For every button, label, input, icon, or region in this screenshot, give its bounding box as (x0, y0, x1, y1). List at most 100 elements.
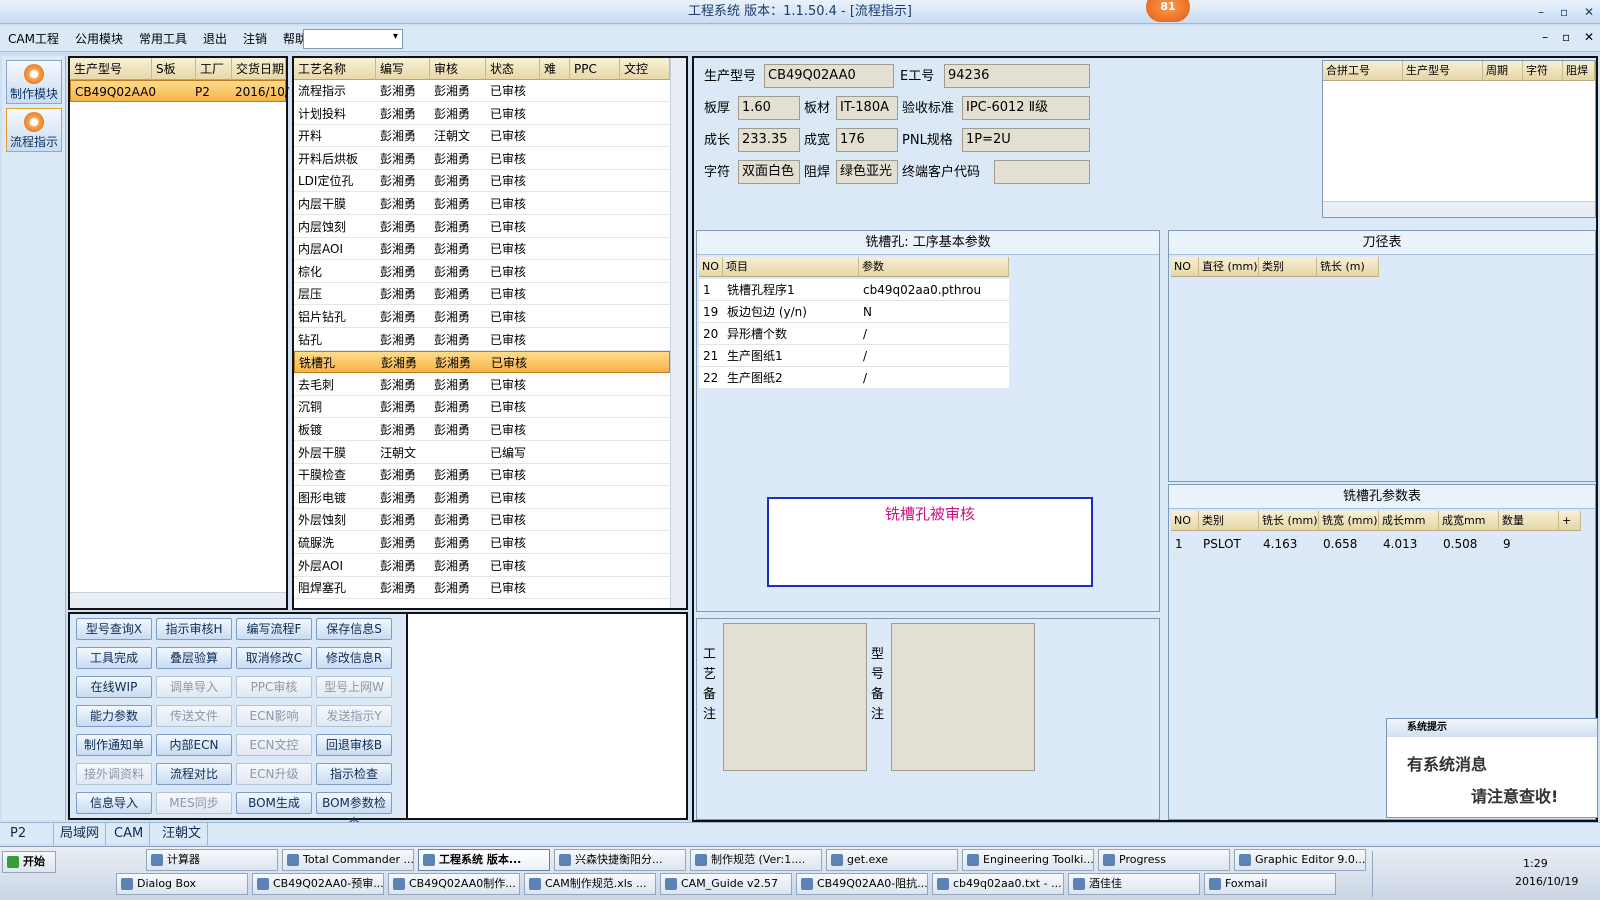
step-row[interactable]: 内层干膜 彭湘勇 彭湘勇 已审核 (294, 193, 670, 215)
pnl-field[interactable]: 1P=2U (962, 128, 1090, 152)
param-row[interactable]: 1 铣槽孔程序1 cb49q02aa0.pthrou (699, 279, 1009, 301)
col-slot-type[interactable]: 类别 (1199, 511, 1259, 531)
len-field[interactable]: 233.35 (738, 128, 800, 152)
col-slot-no[interactable]: NO (1171, 511, 1199, 531)
step-row[interactable]: 层压 彭湘勇 彭湘勇 已审核 (294, 283, 670, 306)
action-button[interactable]: ECN影响 (236, 705, 312, 727)
step-row[interactable]: 阻焊塞孔 彭湘勇 彭湘勇 已审核 (294, 577, 670, 600)
col-merge-no[interactable]: 合拼工号 (1323, 61, 1403, 81)
mdi-restore-button[interactable]: ▫ (1562, 30, 1570, 44)
menu-common[interactable]: 公用模块 (67, 26, 131, 52)
action-button[interactable]: 流程对比 (156, 763, 232, 785)
col-reviewer[interactable]: 审核 (430, 58, 486, 80)
action-button[interactable]: 接外调资料 (76, 763, 152, 785)
menu-cam[interactable]: CAM工程 (0, 26, 67, 52)
action-button[interactable]: PPC审核 (236, 676, 312, 698)
param-row[interactable]: 21 生产图纸1 / (699, 345, 1009, 367)
col-s[interactable]: S板 (152, 58, 196, 80)
col-tools-type[interactable]: 类别 (1259, 257, 1317, 277)
action-button[interactable]: 传送文件 (156, 705, 232, 727)
step-row[interactable]: 图形电镀 彭湘勇 彭湘勇 已审核 (294, 487, 670, 509)
steps-vscroll[interactable] (670, 58, 686, 608)
param-row[interactable]: 19 板边包边 (y/n) N (699, 301, 1009, 323)
col-writer[interactable]: 编写 (376, 58, 430, 80)
taskbar-button[interactable]: CB49Q02AA0-预审... (252, 873, 384, 895)
model-field[interactable]: CB49Q02AA0 (764, 64, 894, 88)
param-row[interactable]: 20 异形槽个数 / (699, 323, 1009, 345)
col-slot-qty[interactable]: 数量 (1499, 511, 1559, 531)
taskbar-button[interactable]: Total Commander ... (282, 849, 414, 871)
cust-field[interactable] (994, 160, 1090, 184)
thick-field[interactable]: 1.60 (738, 96, 800, 120)
step-row[interactable]: 流程指示 彭湘勇 彭湘勇 已审核 (294, 80, 670, 102)
col-tools-len[interactable]: 铣长 (m) (1317, 257, 1379, 277)
model-row[interactable]: CB49Q02AA0 P2 2016/10/ (70, 80, 289, 102)
step-row[interactable]: 外层AOI 彭湘勇 彭湘勇 已审核 (294, 555, 670, 577)
menu-logout[interactable]: 注销 (235, 26, 275, 52)
close-button[interactable]: ✕ (1584, 5, 1594, 19)
action-button[interactable]: 保存信息S (316, 618, 392, 640)
action-button[interactable]: 型号上网W (316, 676, 392, 698)
col-slot-len[interactable]: 铣长 (mm) (1259, 511, 1319, 531)
action-button[interactable]: 信息导入 (76, 792, 152, 814)
mdi-minimize-button[interactable]: – (1542, 30, 1548, 44)
step-row[interactable]: 计划投料 彭湘勇 彭湘勇 已审核 (294, 103, 670, 125)
action-button[interactable]: ECN文控 (236, 734, 312, 756)
action-button[interactable]: MES同步 (156, 792, 232, 814)
step-row[interactable]: 棕化 彭湘勇 彭湘勇 已审核 (294, 261, 670, 283)
step-row[interactable]: 铣槽孔 彭湘勇 彭湘勇 已审核 (294, 351, 670, 374)
start-button[interactable]: 开始 (2, 851, 56, 873)
step-row[interactable]: 外层干膜 汪朝文 已编写 (294, 442, 670, 464)
make-module-button[interactable]: ● 制作模块 (6, 60, 62, 104)
action-button[interactable]: 能力参数 (76, 705, 152, 727)
taskbar-button[interactable]: Progress (1098, 849, 1230, 871)
step-row[interactable]: 钻孔 彭湘勇 彭湘勇 已审核 (294, 329, 670, 351)
taskbar-button[interactable]: 制作规范 (Ver:1.... (690, 849, 822, 871)
taskbar-button[interactable]: Dialog Box (116, 873, 248, 895)
col-slot-flen[interactable]: 成长mm (1379, 511, 1439, 531)
eno-field[interactable]: 94236 (944, 64, 1090, 88)
step-row[interactable]: 去毛刺 彭湘勇 彭湘勇 已审核 (294, 374, 670, 396)
step-row[interactable]: 开料后烘板 彭湘勇 彭湘勇 已审核 (294, 148, 670, 170)
col-diff[interactable]: 难 (540, 58, 570, 80)
col-factory[interactable]: 工厂 (196, 58, 232, 80)
mat-field[interactable]: IT-180A (836, 96, 898, 120)
taskbar-button[interactable]: cb49q02aa0.txt - ... (932, 873, 1064, 895)
notification-badge[interactable]: 81 (1146, 0, 1190, 22)
action-button[interactable]: 工具完成 (76, 647, 152, 669)
step-row[interactable]: 铝片钻孔 彭湘勇 彭湘勇 已审核 (294, 306, 670, 328)
char-field[interactable]: 双面白色 (738, 160, 800, 184)
menu-combo[interactable] (303, 29, 403, 49)
slot-row[interactable]: 1 PSLOT 4.163 0.658 4.013 0.508 9 (1171, 533, 1581, 555)
craft-notes-input[interactable] (723, 623, 867, 771)
taskbar-button[interactable]: 兴森快捷衡阳分... (554, 849, 686, 871)
taskbar-button[interactable]: CAM制作规范.xls ... (524, 873, 656, 895)
taskbar-button[interactable]: Engineering Toolki... (962, 849, 1094, 871)
action-button[interactable]: 在线WIP (76, 676, 152, 698)
param-row[interactable]: 22 生产图纸2 / (699, 367, 1009, 389)
step-row[interactable]: 内层AOI 彭湘勇 彭湘勇 已审核 (294, 238, 670, 261)
action-button[interactable]: 调单导入 (156, 676, 232, 698)
taskbar-button[interactable]: Graphic Editor 9.0.... (1234, 849, 1366, 871)
step-row[interactable]: LDI定位孔 彭湘勇 彭湘勇 已审核 (294, 170, 670, 193)
col-model[interactable]: 生产型号 (70, 58, 152, 80)
step-row[interactable]: 外层蚀刻 彭湘勇 彭湘勇 已审核 (294, 509, 670, 532)
action-button[interactable]: ECN升级 (236, 763, 312, 785)
taskbar-button[interactable]: Foxmail (1204, 873, 1336, 895)
step-row[interactable]: 开料 彭湘勇 汪朝文 已审核 (294, 125, 670, 148)
col-params-value[interactable]: 参数 (859, 257, 1009, 277)
action-button[interactable]: 内部ECN (156, 734, 232, 756)
action-button[interactable]: BOM参数检查 (316, 792, 392, 830)
menu-tools[interactable]: 常用工具 (131, 26, 195, 52)
action-button[interactable]: 修改信息R (316, 647, 392, 669)
taskbar-button[interactable]: CB49Q02AA0制作... (388, 873, 520, 895)
add-column-button[interactable]: + (1559, 511, 1581, 531)
taskbar-button[interactable]: CB49Q02AA0-阻抗... (796, 873, 928, 895)
model-notes-input[interactable] (891, 623, 1035, 771)
col-slot-wid[interactable]: 铣宽 (mm) (1319, 511, 1379, 531)
system-notification[interactable]: 系统提示 有系统消息 请注意查收! (1386, 718, 1598, 818)
action-button[interactable]: 型号查询X (76, 618, 152, 640)
taskbar-button[interactable]: 计算器 (146, 849, 278, 871)
col-slot-fwid[interactable]: 成宽mm (1439, 511, 1499, 531)
col-tools-dia[interactable]: 直径 (mm) (1199, 257, 1259, 277)
